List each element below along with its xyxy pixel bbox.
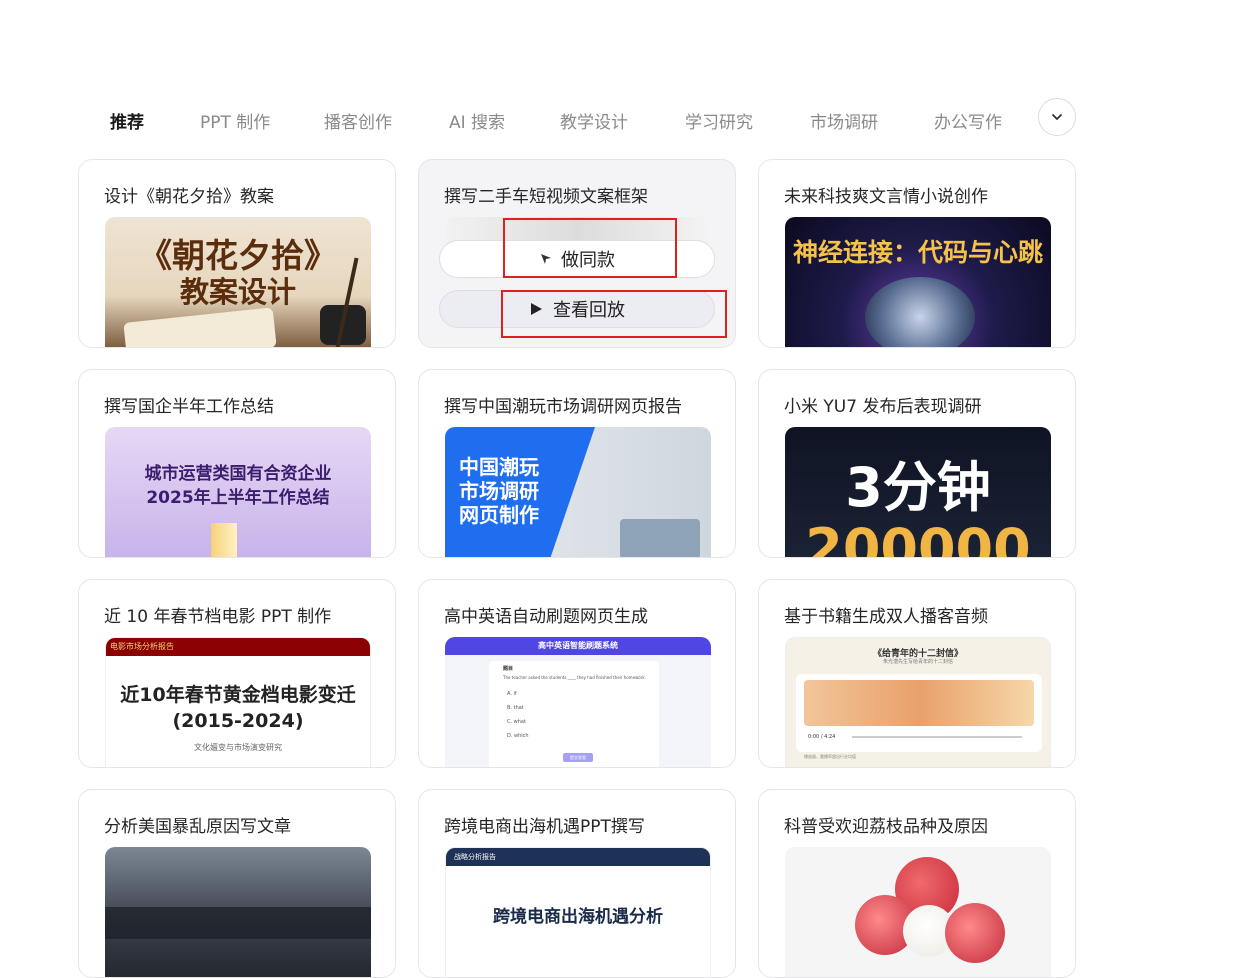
tab-ai-search[interactable]: AI 搜索 <box>449 108 505 133</box>
card-thumbnail: 《给青年的十二封信》 朱光潜先生写给青年的十二封信 0:00 / 4:24 播放… <box>785 637 1051 767</box>
thumb-title: 3分钟 <box>845 456 991 519</box>
card-thumbnail <box>785 847 1051 977</box>
template-card[interactable]: 基于书籍生成双人播客音频 《给青年的十二封信》 朱光潜先生写给青年的十二封信 0… <box>758 579 1076 768</box>
quiz-option: D. which <box>507 733 529 739</box>
card-title: 科普受欢迎荔枝品种及原因 <box>784 817 988 837</box>
template-card[interactable]: 近 10 年春节档电影 PPT 制作 电影市场分析报告 近10年春节黄金档电影变… <box>78 579 396 768</box>
quiz-question: The teacher asked the students ____ they… <box>503 675 646 680</box>
card-thumbnail: 城市运营类国有合资企业 2025年上半年工作总结 <box>105 427 371 557</box>
lychee-image <box>945 903 1005 963</box>
template-card[interactable]: 撰写二手车短视频文案框架 做同款 查看回放 <box>418 159 736 348</box>
card-title: 跨境电商出海机遇PPT撰写 <box>444 817 645 837</box>
card-title: 小米 YU7 发布后表现调研 <box>784 397 982 417</box>
tab-teaching[interactable]: 教学设计 <box>560 108 628 133</box>
crowd-image <box>105 907 371 939</box>
template-card[interactable]: 撰写国企半年工作总结 城市运营类国有合资企业 2025年上半年工作总结 <box>78 369 396 558</box>
thumb-line: 中国潮玩 <box>459 455 539 479</box>
quiz-option: B. that <box>507 705 524 711</box>
card-title: 撰写国企半年工作总结 <box>104 397 274 417</box>
thumb-subtitle: (2015-2024) <box>172 710 304 732</box>
category-tabs: 推荐 PPT 制作 播客创作 AI 搜索 教学设计 学习研究 市场调研 办公写作 <box>78 98 1080 142</box>
card-thumbnail: 3分钟 200000台 <box>785 427 1051 558</box>
thumb-line: 市场调研 <box>459 479 539 503</box>
thumb-header: 高中英语智能刷题系统 <box>538 641 618 650</box>
card-title: 撰写中国潮玩市场调研网页报告 <box>444 397 682 417</box>
player-panel: 0:00 / 4:24 <box>796 674 1042 752</box>
card-title: 高中英语自动刷题网页生成 <box>444 607 648 627</box>
template-card[interactable]: 科普受欢迎荔枝品种及原因 <box>758 789 1076 978</box>
thumb-title: 城市运营类国有合资企业 <box>144 464 332 484</box>
tab-recommend[interactable]: 推荐 <box>110 108 144 133</box>
cursor-icon <box>541 254 551 264</box>
view-replay-label: 查看回放 <box>553 300 625 321</box>
thumb-title: 跨境电商出海机遇分析 <box>493 907 663 927</box>
quiz-label: 题目 <box>503 666 514 672</box>
thumb-title: 神经连接：代码与心跳 <box>792 238 1043 267</box>
template-card[interactable]: 高中英语自动刷题网页生成 高中英语智能刷题系统 题目 The teacher a… <box>418 579 736 768</box>
template-card[interactable]: 分析美国暴乱原因写文章 <box>78 789 396 978</box>
illustration-image <box>804 680 1034 726</box>
chevron-down-icon <box>1052 114 1062 121</box>
template-card[interactable]: 设计《朝花夕拾》教案 《朝花夕拾》 教案设计 <box>78 159 396 348</box>
card-thumbnail: 高中英语智能刷题系统 题目 The teacher asked the stud… <box>445 637 711 767</box>
card-title: 未来科技爽文言情小说创作 <box>784 187 988 207</box>
book-image <box>123 307 277 347</box>
template-card[interactable]: 小米 YU7 发布后表现调研 3分钟 200000台 <box>758 369 1076 558</box>
quiz-option: C. what <box>507 719 526 725</box>
player-note: 播放器，重播率超出行业均值 <box>804 754 856 759</box>
card-title: 撰写二手车短视频文案框架 <box>444 187 648 207</box>
view-replay-button[interactable]: 查看回放 <box>439 290 715 328</box>
thumb-header: 电影市场分析报告 <box>110 642 174 651</box>
tab-ppt[interactable]: PPT 制作 <box>200 108 270 133</box>
make-same-label: 做同款 <box>561 250 615 271</box>
thumb-subtitle: 朱光潜先生写给青年的十二封信 <box>882 659 953 665</box>
thumb-title: 近10年春节黄金档电影变迁 <box>120 684 356 706</box>
template-card[interactable]: 未来科技爽文言情小说创作 神经连接：代码与心跳 <box>758 159 1076 348</box>
more-tabs-button[interactable] <box>1038 98 1076 136</box>
card-thumbnail: 电影市场分析报告 近10年春节黄金档电影变迁 (2015-2024) 文化嬗变与… <box>105 637 371 767</box>
office-image <box>620 519 700 557</box>
card-thumbnail: 《朝花夕拾》 教案设计 <box>105 217 371 347</box>
quiz-option: A. if <box>507 691 517 697</box>
tab-podcast[interactable]: 播客创作 <box>324 108 392 133</box>
card-thumbnail: 中国潮玩 市场调研 网页制作 <box>445 427 711 557</box>
player-time: 0:00 / 4:24 <box>808 734 836 740</box>
card-title: 设计《朝花夕拾》教案 <box>104 187 274 207</box>
player-progress <box>852 736 1022 738</box>
template-card[interactable]: 跨境电商出海机遇PPT撰写 战略分析报告 跨境电商出海机遇分析 <box>418 789 736 978</box>
card-title: 基于书籍生成双人播客音频 <box>784 607 988 627</box>
tab-market[interactable]: 市场调研 <box>810 108 878 133</box>
thumb-caption: 文化嬗变与市场演变研究 <box>194 743 282 752</box>
thumb-title-block: 中国潮玩 市场调研 网页制作 <box>459 455 539 527</box>
building-image <box>211 523 237 557</box>
card-title: 分析美国暴乱原因写文章 <box>104 817 291 837</box>
card-thumbnail: 战略分析报告 跨境电商出海机遇分析 <box>445 847 711 977</box>
thumb-line: 网页制作 <box>459 503 539 527</box>
card-title: 近 10 年春节档电影 PPT 制作 <box>104 607 332 627</box>
card-thumbnail: 神经连接：代码与心跳 <box>785 217 1051 347</box>
quiz-panel: 题目 The teacher asked the students ____ t… <box>489 661 659 767</box>
thumb-subtitle: 2025年上半年工作总结 <box>146 488 330 508</box>
capsule-image <box>865 277 975 347</box>
thumb-subtitle: 200000台 <box>805 517 1031 558</box>
play-icon <box>531 303 542 315</box>
make-same-button[interactable]: 做同款 <box>439 240 715 278</box>
template-card[interactable]: 撰写中国潮玩市场调研网页报告 中国潮玩 市场调研 网页制作 <box>418 369 736 558</box>
card-thumbnail <box>105 847 371 977</box>
thumb-header: 战略分析报告 <box>454 853 496 861</box>
tab-office[interactable]: 办公写作 <box>934 108 1002 133</box>
quiz-submit: 提交答案 <box>563 753 593 762</box>
tab-study[interactable]: 学习研究 <box>685 108 753 133</box>
